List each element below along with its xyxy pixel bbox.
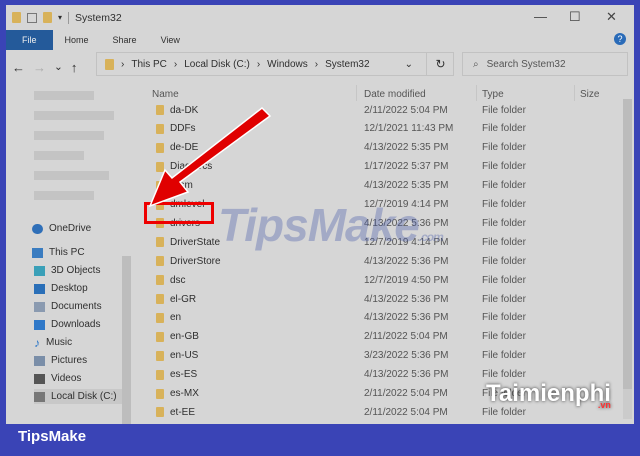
tipsmake-brand: TipsMake: [18, 428, 87, 445]
bottom-banner: [0, 424, 640, 456]
taimienphi-logo: Taimienphi .vn: [486, 380, 611, 410]
